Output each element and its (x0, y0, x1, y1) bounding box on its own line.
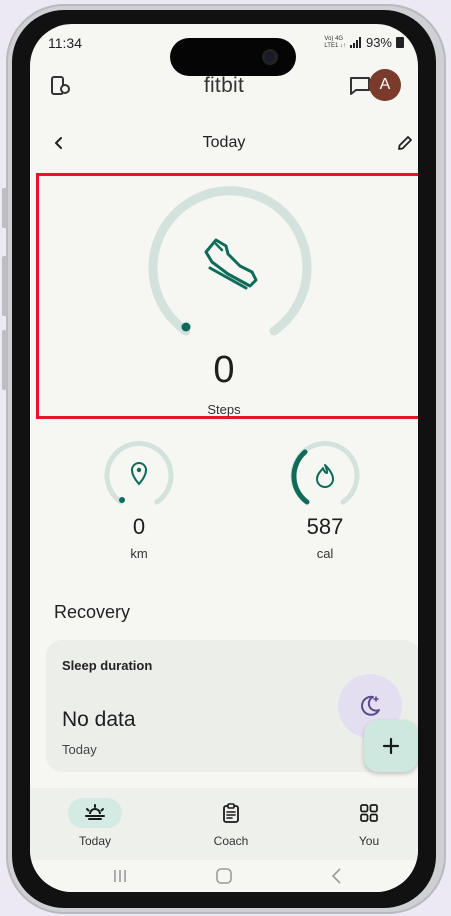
avatar[interactable]: A (369, 69, 401, 101)
moon-icon (361, 695, 380, 716)
battery-icon (396, 37, 404, 48)
battery-percent: 93% (365, 35, 392, 50)
pencil-icon (398, 136, 412, 150)
date-title: Today (202, 134, 246, 151)
steps-progress-dot (181, 322, 191, 332)
chat-icon (350, 77, 370, 95)
nav-you-label: You (358, 834, 380, 848)
back-nav-icon[interactable] (330, 867, 344, 885)
sleep-card-title: Sleep duration (62, 658, 153, 673)
nav-today-indicator (68, 798, 122, 828)
status-time: 11:34 (48, 35, 82, 51)
status-indicators: Vo) 4G LTE1 ↓↑ 93% (324, 35, 404, 50)
nav-today[interactable]: Today (50, 798, 140, 848)
phone-side-button (2, 330, 7, 390)
nav-coach-label: Coach (213, 834, 249, 848)
camera-icon (262, 49, 278, 65)
phone-side-button (2, 256, 7, 316)
home-icon[interactable] (215, 867, 233, 885)
system-nav-bar (30, 860, 418, 892)
steps-label: Steps (207, 402, 241, 417)
nav-you[interactable]: You (324, 798, 414, 848)
calories-ring (290, 441, 360, 505)
sleep-card-date: Today (62, 742, 97, 757)
flame-icon (316, 464, 334, 488)
dynamic-island (170, 38, 296, 76)
calories-metric[interactable]: 587 cal (280, 440, 370, 561)
shoe-icon (204, 238, 258, 290)
sleep-card-value: No data (62, 708, 136, 731)
nav-today-label: Today (78, 834, 112, 848)
steps-gauge[interactable] (146, 186, 314, 359)
sunrise-icon (85, 804, 105, 820)
edit-button[interactable] (392, 130, 418, 156)
add-button[interactable] (364, 720, 418, 772)
steps-ring-track (148, 186, 312, 336)
distance-ring (104, 441, 174, 505)
plus-icon (382, 737, 400, 755)
network-indicator: Vo) 4G LTE1 ↓↑ (324, 35, 346, 49)
signal-icon (349, 37, 361, 48)
bottom-nav: Today Coach You (30, 788, 418, 860)
nav-coach[interactable]: Coach (186, 798, 276, 848)
app-screen: 11:34 Vo) 4G LTE1 ↓↑ 93% fitbit A Today … (30, 24, 418, 892)
calories-value: 587 (306, 514, 344, 539)
distance-label: km (130, 546, 148, 561)
steps-ring (148, 186, 312, 336)
recent-apps-icon[interactable] (110, 868, 130, 884)
distance-metric[interactable]: 0 km (94, 440, 184, 561)
phone-side-button (2, 188, 7, 228)
distance-value: 0 (132, 514, 146, 539)
calories-label: cal (316, 546, 334, 561)
steps-value: 0 (213, 349, 235, 391)
recovery-section-title: Recovery (54, 602, 131, 622)
location-pin-icon (130, 462, 148, 486)
grid-icon (360, 804, 378, 822)
calories-progress-arc (291, 449, 310, 505)
clipboard-icon (223, 803, 239, 823)
